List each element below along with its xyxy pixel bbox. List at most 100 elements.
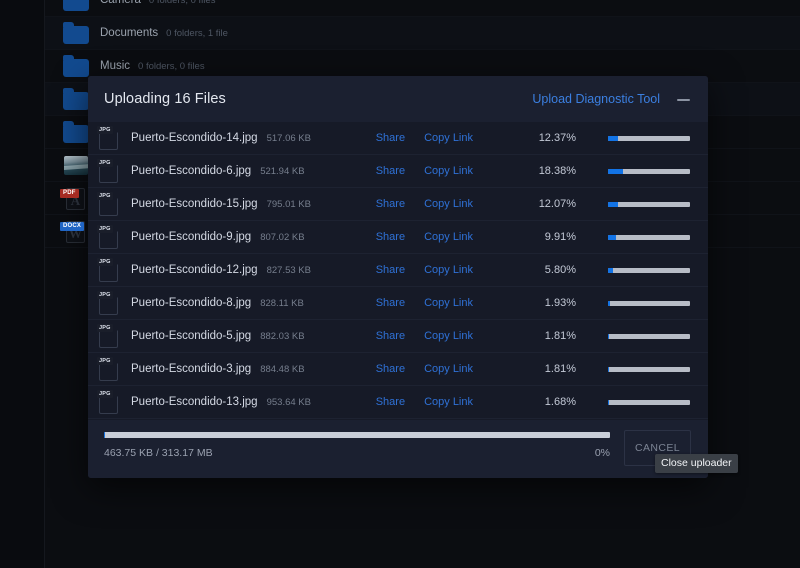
folder-icon [63,87,89,110]
file-progress-percent: 18.38% [538,165,576,177]
folder-glyph [63,21,89,44]
share-link[interactable]: Share [376,231,405,243]
folder-glyph [63,0,89,11]
upload-dialog-title: Uploading 16 Files [104,91,226,107]
file-size: 828.11 KB [260,297,304,309]
background-row-name: Music [100,60,131,72]
file-size: 521.94 KB [260,165,305,177]
file-progress-fill [608,267,613,273]
share-link[interactable]: Share [376,264,405,276]
copy-link-link[interactable]: Copy Link [424,363,473,375]
row-actions: Share Copy Link 1.68% [376,396,708,408]
file-progress-bar [608,135,690,141]
file-progress-fill [608,333,610,339]
share-link[interactable]: Share [376,396,405,408]
file-progress-percent: 1.93% [544,297,576,309]
file-name: Puerto-Escondido-5.jpg [131,330,252,342]
file-progress-percent: 1.81% [544,330,576,342]
background-row[interactable]: Camera 0 folders, 0 files [45,0,800,17]
docx-icon: W DOCX [60,220,89,243]
file-progress-percent: 5.80% [544,264,576,276]
folder-icon [63,120,89,143]
screen-root: Camera 0 folders, 0 files Documents 0 folde… [0,0,800,568]
file-progress-percent: 9.91% [544,231,576,243]
row-actions: Share Copy Link 18.38% [376,165,708,177]
file-type-badge: JPG [97,324,113,332]
file-name: Puerto-Escondido-13.jpg [131,396,258,408]
file-progress-fill [608,399,610,405]
file-name: Puerto-Escondido-15.jpg [131,198,258,210]
jpg-file-icon: JPG [97,191,119,217]
row-actions: Share Copy Link 9.91% [376,231,708,243]
copy-link-link[interactable]: Copy Link [424,231,473,243]
file-progress-fill [608,234,617,240]
file-progress-bar [608,168,690,174]
row-actions: Share Copy Link 1.81% [376,363,708,375]
row-actions: Share Copy Link 1.93% [376,297,708,309]
overall-progress-bar [104,432,610,438]
row-actions: Share Copy Link 5.80% [376,264,708,276]
file-size: 827.53 KB [266,264,311,276]
copy-link-link[interactable]: Copy Link [424,330,473,342]
share-link[interactable]: Share [376,132,405,144]
copy-link-link[interactable]: Copy Link [424,264,473,276]
folder-icon [63,0,89,11]
file-size: 807.02 KB [260,231,305,243]
file-progress-bar [608,201,690,207]
upload-file-list[interactable]: JPG Puerto-Escondido-14.jpg 517.06 KB Share… [88,122,708,420]
overall-progress-stats: 463.75 KB / 313.17 MB 0% [104,447,610,459]
file-name: Puerto-Escondido-9.jpg [131,231,252,243]
background-row[interactable]: Documents 0 folders, 1 file [45,17,800,50]
upload-diagnostic-tool-link[interactable]: Upload Diagnostic Tool [532,92,660,106]
upload-file-row: JPG Puerto-Escondido-6.jpg 521.94 KB Share C… [88,155,708,188]
background-row-name: Camera [100,0,141,6]
total-transferred-label: 463.75 KB / 313.17 MB [104,447,213,459]
file-type-badge: JPG [97,192,113,200]
sidebar-rail [0,0,45,568]
upload-dialog-header: Uploading 16 Files Upload Diagnostic Too… [88,76,708,122]
copy-link-link[interactable]: Copy Link [424,132,473,144]
jpg-file-icon: JPG [97,224,119,250]
upload-dialog: Uploading 16 Files Upload Diagnostic Too… [88,76,708,478]
copy-link-link[interactable]: Copy Link [424,297,473,309]
share-link[interactable]: Share [376,165,405,177]
file-progress-bar [608,234,690,240]
file-type-badge: JPG [97,258,113,266]
copy-link-link[interactable]: Copy Link [424,198,473,210]
folder-icon [63,21,89,44]
copy-link-link[interactable]: Copy Link [424,165,473,177]
file-size: 882.03 KB [260,330,305,342]
file-progress-fill [608,135,619,141]
file-progress-bar [608,399,690,405]
upload-file-row: JPG Puerto-Escondido-14.jpg 517.06 KB Share… [88,122,708,155]
jpg-file-icon: JPG [97,356,119,382]
header-actions: Upload Diagnostic Tool [532,92,691,107]
file-type-badge: JPG [97,291,113,299]
overall-progress-fill [104,432,105,438]
file-name: Puerto-Escondido-12.jpg [131,264,258,276]
overall-progress-area: 463.75 KB / 313.17 MB 0% [104,432,624,459]
file-name: Puerto-Escondido-8.jpg [131,297,252,309]
minimize-icon[interactable] [676,92,691,107]
close-uploader-tooltip: Close uploader [655,454,738,473]
file-progress-fill [608,366,610,372]
file-progress-fill [608,300,610,306]
file-type-badge: JPG [97,390,113,398]
total-percent-label: 0% [594,447,610,459]
upload-file-row: JPG Puerto-Escondido-5.jpg 882.03 KB Share C… [88,320,708,353]
share-link[interactable]: Share [376,198,405,210]
file-progress-percent: 1.68% [544,396,576,408]
jpg-file-icon: JPG [97,323,119,349]
share-link[interactable]: Share [376,363,405,375]
share-link[interactable]: Share [376,297,405,309]
pdf-icon: A PDF [60,187,89,210]
file-progress-bar [608,333,690,339]
share-link[interactable]: Share [376,330,405,342]
upload-file-row: JPG Puerto-Escondido-9.jpg 807.02 KB Share C… [88,221,708,254]
file-progress-bar [608,366,690,372]
file-type-badge: JPG [97,357,113,365]
file-progress-percent: 1.81% [544,363,576,375]
file-progress-bar [608,267,690,273]
copy-link-link[interactable]: Copy Link [424,396,473,408]
file-size: 795.01 KB [266,198,311,210]
